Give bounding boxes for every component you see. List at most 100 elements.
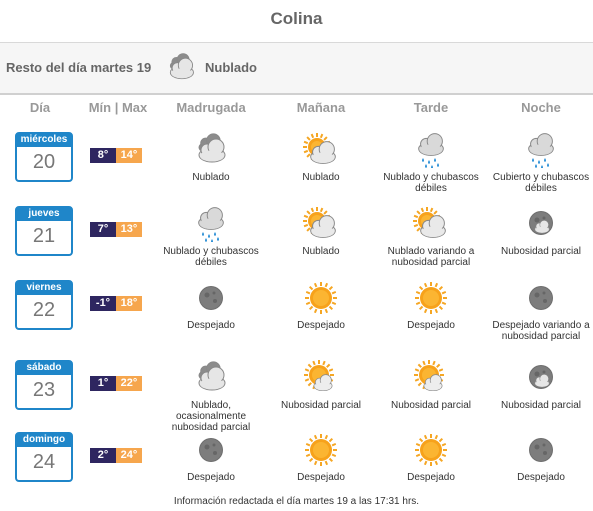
cloud-rain-icon: [155, 206, 267, 242]
weekday-label: domingo: [17, 434, 71, 447]
sun-cloudy-icon: [265, 206, 377, 242]
divider: [0, 93, 593, 95]
sun-partly-icon: [375, 360, 487, 396]
cloudy-icon: [155, 360, 267, 396]
min-temp: 8°: [90, 148, 116, 163]
period-forecast: Nublado: [155, 132, 267, 183]
period-forecast: Nubosidad parcial: [375, 360, 487, 411]
calendar-date: domingo 24: [15, 432, 73, 482]
sun-cloudy-icon: [265, 132, 377, 168]
today-summary: Resto del día martes 19 Nublado: [0, 43, 593, 93]
day-number: 22: [32, 299, 56, 321]
column-header-madrugada: Madrugada: [176, 100, 246, 115]
period-forecast: Nubosidad parcial: [485, 360, 593, 411]
period-forecast: Despejado: [485, 432, 593, 483]
period-forecast: Despejado variando a nubosidad parcial: [485, 280, 593, 342]
condition-text: Despejado variando a nubosidad parcial: [492, 320, 590, 342]
condition-text: Nublado variando a nubosidad parcial: [387, 246, 475, 268]
column-header-manana: Mañana: [296, 100, 346, 115]
condition-text: Despejado: [187, 320, 235, 331]
condition-text: Nubosidad parcial: [500, 400, 582, 411]
sun-icon: [375, 280, 487, 316]
condition-text: Nublado y chubascos débiles: [163, 246, 259, 268]
moon-cloud-icon: [485, 206, 593, 242]
forecast-row: viernes 22 -1° 18° Despejado Despejado D…: [0, 280, 593, 358]
moon-icon: [155, 432, 267, 468]
condition-text: Nublado, ocasionalmente nubosidad parcial: [171, 400, 251, 433]
sun-icon: [375, 432, 487, 468]
column-header-tarde: Tarde: [413, 100, 449, 115]
column-header-noche: Noche: [521, 100, 561, 115]
period-forecast: Cubierto y chubascos débiles: [485, 132, 593, 194]
calendar-date: sábado 23: [15, 360, 73, 410]
forecast-row: miércoles 20 8° 14° Nublado Nublado Nubl…: [0, 132, 593, 210]
weekday-label: jueves: [17, 208, 71, 221]
period-forecast: Nublado: [265, 132, 377, 183]
max-temp: 13°: [116, 222, 142, 237]
cloud-rain-icon: [375, 132, 487, 168]
condition-text: Despejado: [407, 320, 455, 331]
temperature-range: -1° 18°: [90, 296, 142, 311]
sun-icon: [265, 280, 377, 316]
max-temp: 24°: [116, 448, 142, 463]
period-forecast: Nublado variando a nubosidad parcial: [375, 206, 487, 268]
day-number: 21: [32, 225, 56, 247]
footer-note: Información redactada el día martes 19 a…: [173, 496, 420, 507]
period-forecast: Nubosidad parcial: [265, 360, 377, 411]
period-forecast: Despejado: [375, 432, 487, 483]
sun-partly-icon: [265, 360, 377, 396]
sun-icon: [265, 432, 377, 468]
moon-icon: [155, 280, 267, 316]
min-temp: 7°: [90, 222, 116, 237]
cloudy-icon: [165, 52, 197, 84]
max-temp: 18°: [116, 296, 142, 311]
condition-text: Despejado: [297, 320, 345, 331]
day-number: 24: [32, 451, 56, 473]
min-temp: 2°: [90, 448, 116, 463]
condition-text: Nubosidad parcial: [280, 400, 362, 411]
period-forecast: Despejado: [265, 280, 377, 331]
weekday-label: sábado: [17, 362, 71, 375]
cloudy-icon: [155, 132, 267, 168]
cloud-rain-icon: [485, 132, 593, 168]
weekday-label: viernes: [17, 282, 71, 295]
min-temp: -1°: [90, 296, 116, 311]
moon-cloud-icon: [485, 360, 593, 396]
sun-cloudy-icon: [375, 206, 487, 242]
forecast-row: jueves 21 7° 13° Nublado y chubascos débi…: [0, 206, 593, 284]
period-forecast: Nublado y chubascos débiles: [155, 206, 267, 268]
condition-text: Nublado: [192, 172, 230, 183]
weekday-label: miércoles: [17, 134, 71, 147]
calendar-date: jueves 21: [15, 206, 73, 256]
temperature-range: 7° 13°: [90, 222, 142, 237]
moon-icon: [485, 432, 593, 468]
moon-icon: [485, 280, 593, 316]
condition-text: Despejado: [517, 472, 565, 483]
calendar-date: miércoles 20: [15, 132, 73, 182]
today-label: Resto del día martes 19: [6, 60, 152, 75]
period-forecast: Nublado y chubascos débiles: [375, 132, 487, 194]
temperature-range: 2° 24°: [90, 448, 142, 463]
condition-text: Despejado: [187, 472, 235, 483]
condition-text: Nublado: [302, 172, 340, 183]
period-forecast: Despejado: [265, 432, 377, 483]
day-number: 20: [32, 151, 56, 173]
day-number: 23: [32, 379, 56, 401]
period-forecast: Despejado: [155, 280, 267, 331]
column-header-temp: Mín | Max: [88, 100, 148, 115]
condition-text: Nublado y chubascos débiles: [383, 172, 479, 194]
max-temp: 22°: [116, 376, 142, 391]
period-forecast: Nublado, ocasionalmente nubosidad parcial: [155, 360, 267, 433]
temperature-range: 8° 14°: [90, 148, 142, 163]
condition-text: Cubierto y chubascos débiles: [492, 172, 590, 194]
column-header-day: Día: [29, 100, 51, 115]
condition-text: Despejado: [297, 472, 345, 483]
page-title: Colina: [270, 9, 323, 28]
condition-text: Nublado: [302, 246, 340, 257]
min-temp: 1°: [90, 376, 116, 391]
period-forecast: Nublado: [265, 206, 377, 257]
condition-text: Nubosidad parcial: [500, 246, 582, 257]
today-condition: Nublado: [205, 60, 257, 75]
max-temp: 14°: [116, 148, 142, 163]
period-forecast: Despejado: [155, 432, 267, 483]
